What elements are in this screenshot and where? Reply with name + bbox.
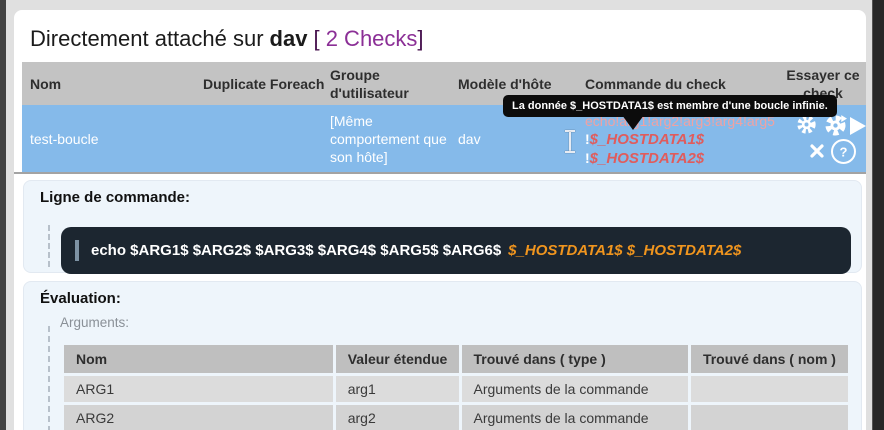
args-header-trouve-type: Trouvé dans ( type ): [462, 345, 688, 373]
arguments-label: Arguments:: [60, 315, 129, 330]
arg-found-type: Arguments de la commande: [462, 405, 688, 430]
run-gears-icon[interactable]: [824, 114, 847, 137]
svg-text:?: ?: [840, 145, 848, 160]
arg-name: ARG2: [64, 405, 333, 430]
command-line-text: echo $ARG1$ $ARG2$ $ARG3$ $ARG4$ $ARG5$ …: [91, 242, 741, 259]
checks-count-link[interactable]: [ 2 Checks]: [313, 26, 423, 51]
arg-value: arg2: [336, 405, 459, 430]
command-line-panel: Ligne de commande: echo $ARG1$ $ARG2$ $A…: [23, 180, 862, 273]
evaluation-panel: Évaluation: Arguments: Nom Valeur étendu…: [23, 281, 862, 430]
hostdata1-macro: $_HOSTDATA1$: [590, 131, 704, 148]
content-card: Directement attaché surdav[ 2 Checks] No…: [14, 10, 866, 430]
header-groupe-utilisateur: Groupe d'utilisateur: [330, 62, 448, 105]
indent-guide: [48, 225, 50, 267]
page-title-prefix: Directement attaché sur: [30, 26, 264, 51]
checks-table: Nom Duplicate Foreach Groupe d'utilisate…: [22, 62, 866, 172]
arguments-table-header-row: Nom Valeur étendue Trouvé dans ( type ) …: [64, 345, 848, 373]
quote-bar: [75, 240, 79, 261]
help-icon[interactable]: ?: [830, 138, 857, 165]
close-icon[interactable]: [809, 143, 825, 159]
args-row-arg2: ARG2 arg2 Arguments de la commande: [64, 405, 848, 430]
args-row-arg1: ARG1 arg1 Arguments de la commande: [64, 376, 848, 402]
text-cursor: [565, 130, 575, 153]
page: Directement attaché surdav[ 2 Checks] No…: [0, 0, 884, 430]
arg-name: ARG1: [64, 376, 333, 402]
check-command-macro2-line: !$_HOSTDATA2$: [585, 149, 777, 168]
header-nom: Nom: [30, 62, 198, 105]
evaluation-heading: Évaluation:: [40, 290, 121, 307]
check-command-macro1-line: !$_HOSTDATA1$: [585, 130, 777, 149]
play-icon[interactable]: [848, 116, 867, 136]
hostdata2-macro: $_HOSTDATA2$: [590, 150, 704, 167]
args-header-nom: Nom: [64, 345, 333, 373]
command-macros: $_HOSTDATA1$ $_HOSTDATA2$: [508, 242, 741, 259]
indent-guide: [48, 326, 50, 430]
check-duplicate-foreach: [203, 105, 325, 172]
error-tooltip-arrow: [622, 115, 644, 130]
window-left-edge: [0, 0, 6, 430]
arg-found-name: [691, 405, 848, 430]
header-duplicate-foreach: Duplicate Foreach: [203, 62, 325, 105]
check-user-group: [Même comportement que son hôte]: [330, 105, 448, 172]
arg-value: arg1: [336, 376, 459, 402]
page-title-hostname: dav: [270, 26, 308, 51]
error-tooltip: La donnée $_HOSTDATA1$ est membre d'une …: [503, 95, 837, 117]
arguments-table: Nom Valeur étendue Trouvé dans ( type ) …: [61, 342, 851, 430]
arg-found-name: [691, 376, 848, 402]
args-header-trouve-nom: Trouvé dans ( nom ): [691, 345, 848, 373]
command-line-heading: Ligne de commande:: [40, 189, 190, 206]
args-header-valeur: Valeur étendue: [336, 345, 459, 373]
page-title: Directement attaché surdav[ 2 Checks]: [30, 26, 424, 52]
command-line-box: echo $ARG1$ $ARG2$ $ARG3$ $ARG4$ $ARG5$ …: [61, 227, 851, 274]
arg-found-type: Arguments de la commande: [462, 376, 688, 402]
checks-count-text: 2 Checks: [326, 26, 418, 51]
section-divider: [14, 172, 866, 174]
command-plain: echo $ARG1$ $ARG2$ $ARG3$ $ARG4$ $ARG5$ …: [91, 242, 501, 259]
check-name: test-boucle: [30, 105, 198, 172]
window-right-edge: [872, 0, 884, 430]
settings-gear-icon[interactable]: [796, 114, 817, 135]
